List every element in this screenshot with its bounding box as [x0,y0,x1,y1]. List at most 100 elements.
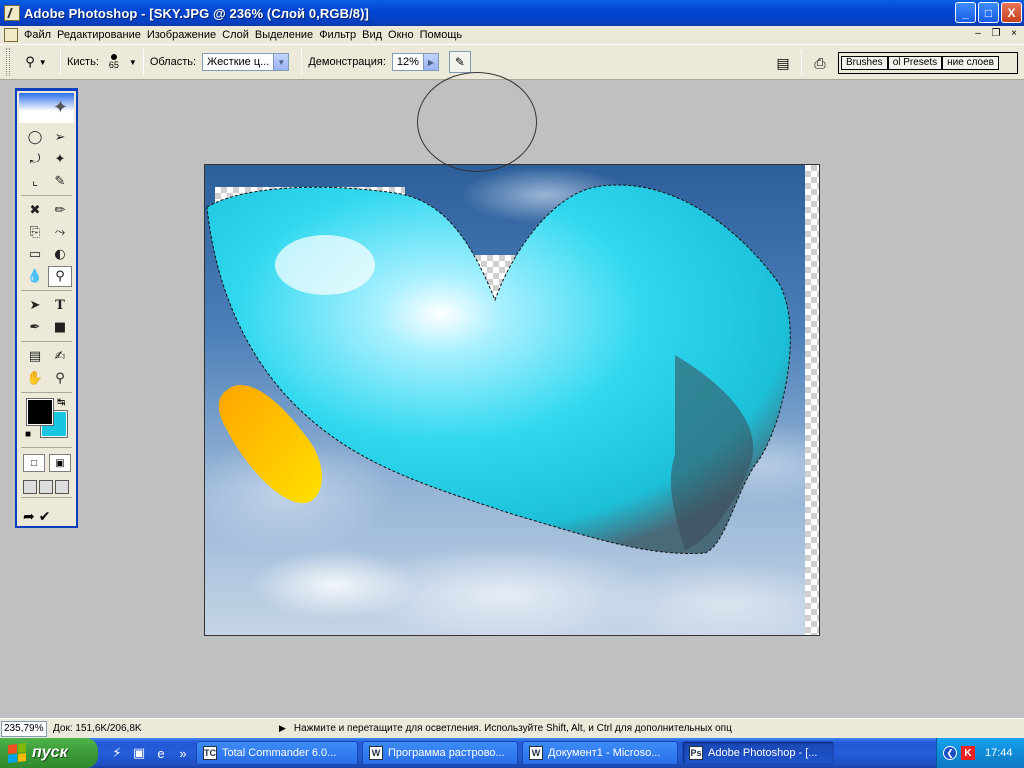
task-total-commander[interactable]: TC Total Commander 6.0... [196,741,358,765]
default-colors-icon[interactable]: ■ [25,429,31,440]
title-bar: Adobe Photoshop - [SKY.JPG @ 236% (Слой … [0,0,1024,26]
dodge-tool-icon[interactable]: ⚲ [48,266,72,287]
exposure-value: 12% [396,56,419,68]
palette-well: Brushes ol Presets ние слоев [838,52,1018,74]
zoom-tool-icon[interactable]: ⚲ [48,368,72,389]
menu-filter[interactable]: Фильтр [319,29,362,41]
lasso-tool-icon[interactable]: ⤾ [23,149,47,170]
quick-launch-app-icon[interactable]: ▣ [130,744,148,762]
standard-mode-icon[interactable]: □ [23,454,45,472]
full-screen-icon[interactable] [55,480,69,494]
palette-tab-tool-presets[interactable]: ol Presets [887,56,943,70]
task-label: Total Commander 6.0... [222,747,337,759]
range-value: Жесткие ц... [207,56,270,68]
palette-tab-layer-comps[interactable]: ние слоев [942,56,999,70]
paint-bucket-tool-icon[interactable]: ◐ [48,244,72,265]
foreground-color-swatch[interactable] [26,398,54,426]
close-button[interactable]: X [1001,2,1022,23]
menu-image[interactable]: Изображение [147,29,222,41]
document-icon[interactable] [4,28,18,42]
menu-select[interactable]: Выделение [255,29,319,41]
pen-tool-icon[interactable]: ✒ [23,317,47,338]
toolbox: ✦ ◯ ➢ ⤾ ✦ ⌞ ✎ ✖ ✏ ⎘ ⤳ ▭ ◐ 💧 ⚲ ➤ T ✒ ■ ▤ … [15,88,78,528]
task-word-program[interactable]: W Программа растрово... [362,741,518,765]
divider [21,392,72,393]
menu-help[interactable]: Помощь [420,29,469,41]
start-button[interactable]: пуск [0,738,98,768]
brush-picker[interactable]: 65 [105,54,123,70]
quick-mask-mode-icon[interactable]: ▣ [49,454,71,472]
type-tool-icon[interactable]: T [48,295,72,316]
quick-launch-ie-icon[interactable]: e [152,744,170,762]
menu-view[interactable]: Вид [362,29,388,41]
toolbox-header[interactable]: ✦ [19,93,74,123]
document-canvas[interactable] [204,164,820,636]
eraser-tool-icon[interactable]: ▭ [23,244,47,265]
divider [142,49,144,75]
hand-tool-icon[interactable]: ✋ [23,368,47,389]
chevron-right-icon[interactable]: ▶ [422,54,438,70]
status-menu-arrow-icon[interactable]: ▶ [279,723,286,734]
chevron-down-icon: ▼ [38,57,47,67]
canvas-artwork [206,184,791,554]
file-browser-icon[interactable]: ▤ [771,51,795,75]
doc-restore-button[interactable]: ❐ [988,27,1004,41]
minimize-button[interactable]: _ [955,2,976,23]
quick-launch-more-icon[interactable]: » [174,744,192,762]
heart-highlight [275,235,375,295]
tray-back-icon[interactable]: ❮ [943,746,957,760]
menu-file[interactable]: Файл [22,29,57,41]
brush-dropdown-icon[interactable]: ▼ [129,58,137,67]
kaspersky-icon[interactable]: K [961,746,975,760]
eyedropper-tool-icon[interactable]: ✍ [48,346,72,367]
doc-minimize-button[interactable]: – [970,27,986,41]
task-word-document[interactable]: W Документ1 - Microso... [522,741,678,765]
rectangle-tool-icon[interactable]: ■ [48,317,72,338]
marquee-tool-icon[interactable]: ◯ [23,127,47,148]
chevron-down-icon[interactable]: ▼ [273,54,289,70]
quick-launch: ⚡ ▣ e » [108,744,192,762]
clone-stamp-tool-icon[interactable]: ⎘ [23,222,47,243]
tool-preset-picker[interactable]: ⚲ ▼ [18,49,54,75]
zoom-level-field[interactable]: 235,79% [1,720,47,737]
options-bar-grip[interactable] [6,48,10,76]
range-select[interactable]: Жесткие ц... ▼ [202,53,290,71]
brush-tool-icon[interactable]: ✏ [48,200,72,221]
exposure-label: Демонстрация: [308,56,386,68]
document-size[interactable]: Док: 151,6K/206,8K [53,723,233,734]
palette-tab-brushes[interactable]: Brushes [841,56,888,70]
task-photoshop[interactable]: Ps Adobe Photoshop - [... [682,741,834,765]
move-tool-icon[interactable]: ➢ [48,127,72,148]
blur-tool-icon[interactable]: 💧 [23,266,47,287]
doc-close-button[interactable]: × [1006,27,1022,41]
path-selection-tool-icon[interactable]: ➤ [23,295,47,316]
notes-tool-icon[interactable]: ▤ [23,346,47,367]
standard-screen-icon[interactable] [23,480,37,494]
swap-colors-icon[interactable]: ↹ [57,397,65,408]
healing-brush-tool-icon[interactable]: ✖ [23,200,47,221]
menu-layer[interactable]: Слой [222,29,255,41]
exposure-field[interactable]: 12% ▶ [391,53,439,71]
image-ready-icon[interactable]: ✔ [39,508,51,525]
brush-label: Кисть: [67,56,99,68]
photoshop-icon: Ps [689,746,703,760]
clock[interactable]: 17:44 [985,747,1013,759]
maximize-button[interactable]: □ [978,2,999,23]
color-swatches: ↹ ■ [23,397,70,443]
quick-launch-winamp-icon[interactable]: ⚡ [108,744,126,762]
full-screen-menu-icon[interactable] [39,480,53,494]
print-icon[interactable]: ⎙ [808,51,832,75]
jump-to-imageready-icon[interactable]: ➦ [23,508,35,525]
menu-edit[interactable]: Редактирование [57,29,147,41]
airbrush-toggle[interactable]: ✎ [448,51,471,73]
dodge-tool-icon: ⚲ [25,54,35,69]
menu-window[interactable]: Окно [388,29,420,41]
task-label: Документ1 - Microso... [548,747,661,759]
magic-wand-tool-icon[interactable]: ✦ [48,149,72,170]
slice-tool-icon[interactable]: ✎ [48,171,72,192]
history-brush-tool-icon[interactable]: ⤳ [48,222,72,243]
status-hint: Нажмите и перетащите для осветления. Исп… [293,723,732,734]
photoshop-app-icon[interactable] [4,5,20,21]
start-label: пуск [32,744,68,761]
crop-tool-icon[interactable]: ⌞ [23,171,47,192]
